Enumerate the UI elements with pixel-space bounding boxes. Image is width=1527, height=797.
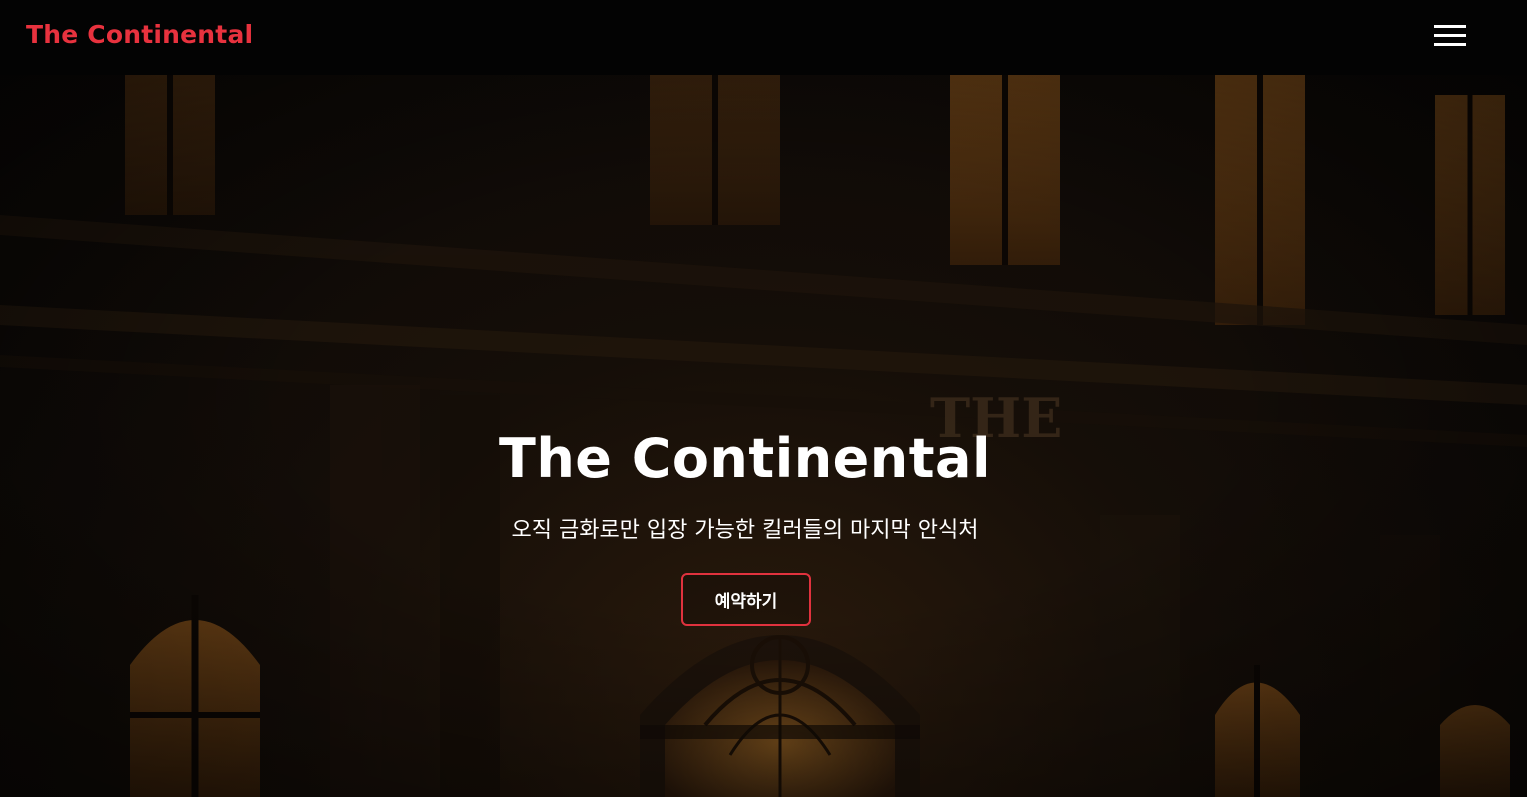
hero-section: THE The Continental 오직 금화로만 입장 가능한 킬러들의 … <box>0 75 1527 797</box>
hamburger-menu-icon[interactable] <box>1428 20 1472 54</box>
hero-title: The Continental <box>499 427 991 490</box>
hero-content: The Continental 오직 금화로만 입장 가능한 킬러들의 마지막 … <box>0 75 1527 797</box>
reserve-button[interactable]: 예약하기 <box>681 573 811 626</box>
top-navbar: The Continental <box>0 0 1527 75</box>
brand-logo-link[interactable]: The Continental <box>26 20 253 49</box>
hero-subtitle: 오직 금화로만 입장 가능한 킬러들의 마지막 안식처 <box>511 518 979 543</box>
menu-bar-line <box>1434 34 1466 37</box>
menu-bar-line <box>1434 25 1466 28</box>
menu-bar-line <box>1434 43 1466 46</box>
